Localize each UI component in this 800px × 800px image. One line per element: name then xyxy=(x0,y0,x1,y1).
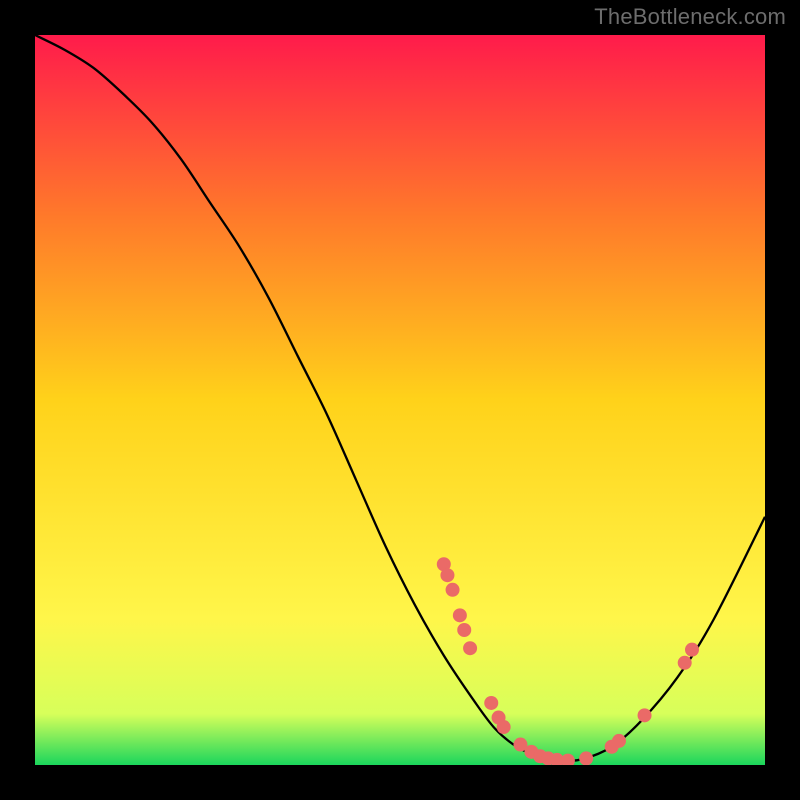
curve-marker xyxy=(484,696,498,710)
curve-marker xyxy=(612,734,626,748)
watermark-text: TheBottleneck.com xyxy=(594,4,786,30)
curve-marker xyxy=(638,708,652,722)
curve-marker xyxy=(457,623,471,637)
curve-marker xyxy=(579,751,593,765)
chart-svg xyxy=(35,35,765,765)
plot-area xyxy=(35,35,765,765)
curve-marker xyxy=(463,641,477,655)
curve-marker xyxy=(685,643,699,657)
curve-marker xyxy=(453,608,467,622)
curve-marker xyxy=(440,568,454,582)
gradient-bg xyxy=(35,35,765,765)
curve-marker xyxy=(678,656,692,670)
curve-marker xyxy=(446,583,460,597)
curve-marker xyxy=(497,720,511,734)
chart-frame: TheBottleneck.com xyxy=(0,0,800,800)
